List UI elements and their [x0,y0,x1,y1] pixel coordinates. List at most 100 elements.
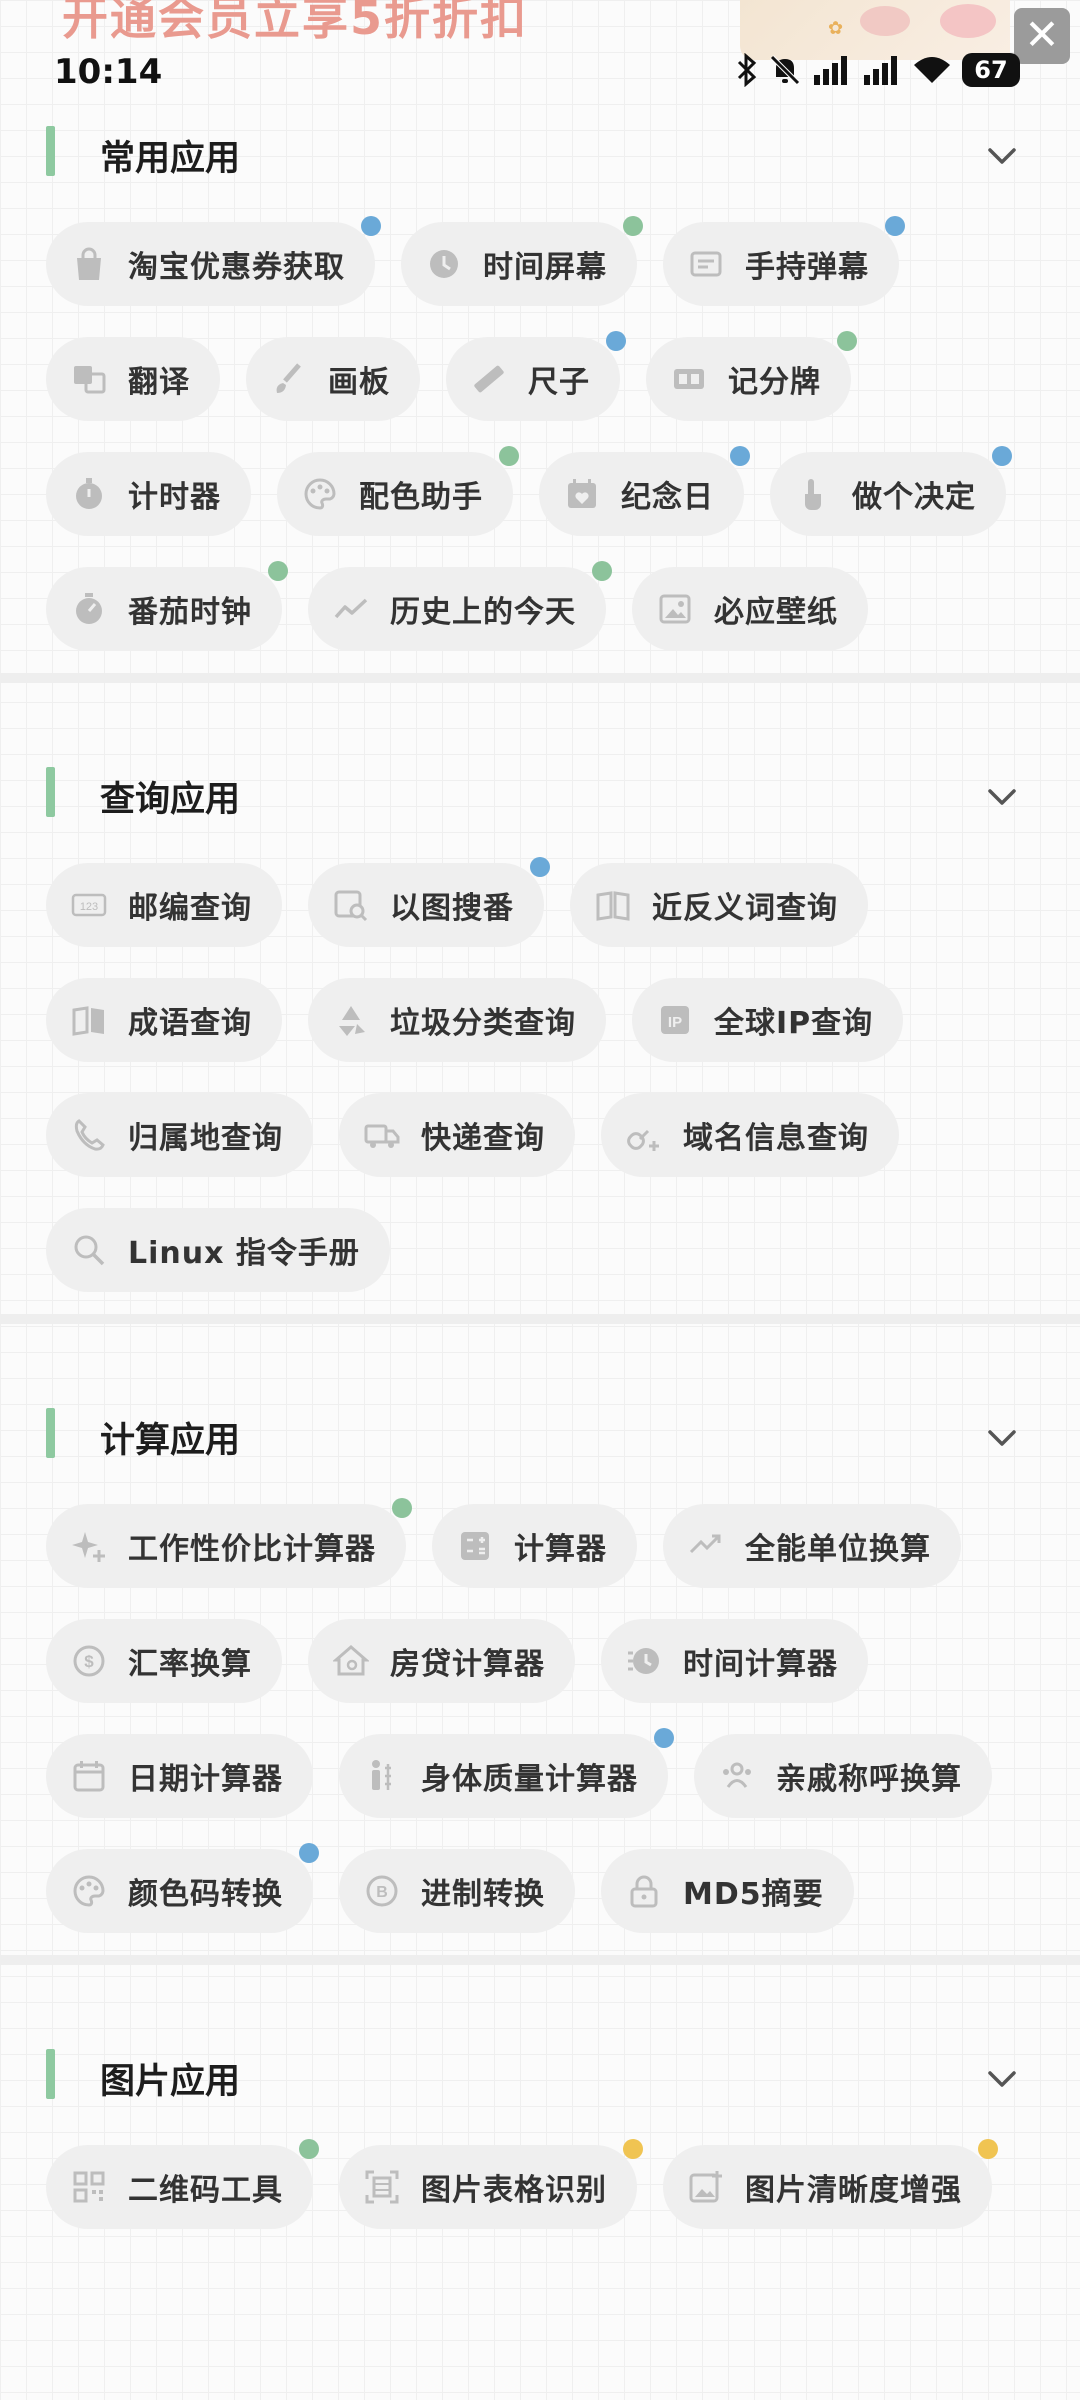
app-chip-label: 手持弹幕 [745,250,869,285]
app-chip-label: 做个决定 [852,480,976,515]
app-chip[interactable]: 计算器 [432,1504,637,1588]
app-chip-label: 纪念日 [621,480,714,515]
new-badge-dot [268,561,288,581]
app-chip-label: 计时器 [128,480,221,515]
app-chip[interactable]: 必应壁纸 [632,567,868,651]
app-chip[interactable]: 时间屏幕 [401,216,643,306]
app-chip[interactable]: 123 邮编查询 [46,863,282,947]
app-chip[interactable]: 尺子 [446,331,626,421]
app-chip[interactable]: 房贷计算器 [308,1619,575,1703]
app-chip[interactable]: 工作性价比计算器 [46,1498,412,1588]
section-common-apps: 常用应用 淘宝优惠券获取 时间屏幕 手持弹幕翻译 画板 尺子 记分牌计时器 配色助手 纪念日 做… [0,72,1080,713]
app-chip-label: Linux 指令手册 [128,1236,360,1271]
app-chip-label: 域名信息查询 [683,1121,869,1156]
app-chip[interactable]: 翻译 [46,337,220,421]
app-chip[interactable]: 图片清晰度增强 [663,2139,998,2229]
section-accent-bar [46,1408,55,1458]
app-chip[interactable]: 纪念日 [539,446,750,536]
section-title: 图片应用 [100,2062,241,2102]
app-chip[interactable]: 计时器 [46,452,251,536]
new-badge-dot [392,1498,412,1518]
binary-icon: B [361,1870,403,1912]
app-chip-label: 亲戚称呼换算 [776,1762,962,1797]
new-badge-dot [299,2139,319,2159]
app-chip[interactable]: 域名信息查询 [601,1093,899,1177]
app-chip-label: 计算器 [514,1532,607,1567]
app-chip[interactable]: 亲戚称呼换算 [694,1734,992,1818]
timer-icon [68,588,110,630]
app-chip[interactable]: 时间计算器 [601,1619,868,1703]
house-search-icon [330,1640,372,1682]
app-chip[interactable]: 归属地查询 [46,1093,313,1177]
app-chip-label: MD5摘要 [683,1877,824,1912]
app-chip[interactable]: 做个决定 [770,446,1012,536]
number-box-icon: 123 [68,884,110,926]
app-chip[interactable]: 二维码工具 [46,2139,319,2229]
app-chip-label: 全能单位换算 [745,1532,931,1567]
section-accent-bar [46,2049,55,2099]
app-chip[interactable]: 全能单位换算 [663,1504,961,1588]
app-chip-label: 历史上的今天 [390,595,576,630]
people-icon [716,1755,758,1797]
truck-icon [361,1114,403,1156]
chevron-down-icon[interactable] [982,1418,1022,1458]
chevron-down-icon[interactable] [982,2059,1022,2099]
new-badge-dot [606,331,626,351]
svg-text:B: B [376,1884,388,1901]
app-chip[interactable]: IP 全球IP查询 [632,978,904,1062]
app-chip-label: 以图搜番 [390,891,514,926]
clock-icon [423,243,465,285]
app-chip[interactable]: $ 汇率换算 [46,1619,282,1703]
app-chip[interactable]: 近反义词查询 [570,863,868,947]
app-chip[interactable]: 记分牌 [646,331,857,421]
section-query-apps: 查询应用 123 邮编查询 以图搜番 近反义词查询成语查询 垃圾分类查询 IP 全球IP查询… [0,713,1080,1354]
app-chip-label: 颜色码转换 [128,1877,283,1912]
app-chip-label: 归属地查询 [128,1121,283,1156]
app-chip[interactable]: 垃圾分类查询 [308,978,606,1062]
svg-text:123: 123 [80,901,98,913]
brush-icon [268,358,310,400]
app-chip[interactable]: Linux 指令手册 [46,1208,390,1292]
chevron-down-icon[interactable] [982,136,1022,176]
new-badge-dot [885,216,905,236]
app-chip[interactable]: B 进制转换 [339,1849,575,1933]
calculator-icon [454,1525,496,1567]
app-chip-label: 近反义词查询 [652,891,838,926]
new-badge-dot [730,446,750,466]
app-chip[interactable]: 番茄时钟 [46,561,288,651]
app-chip-label: 图片清晰度增强 [745,2173,962,2208]
section-header[interactable]: 图片应用 [0,1995,1080,2145]
new-badge-dot [837,331,857,351]
app-chip[interactable]: 手持弹幕 [663,216,905,306]
section-header[interactable]: 查询应用 [0,713,1080,863]
app-chip[interactable]: 以图搜番 [308,857,550,947]
section-header[interactable]: 计算应用 [0,1354,1080,1504]
app-chip[interactable]: 身体质量计算器 [339,1728,674,1818]
app-chip[interactable]: 成语查询 [46,978,282,1062]
app-chip[interactable]: 配色助手 [277,446,519,536]
section-calc-apps: 计算应用 工作性价比计算器 计算器 全能单位换算 $ 汇率换算 房贷计算器 时间计算器日期计… [0,1354,1080,1995]
new-badge-dot [499,446,519,466]
chevron-down-icon[interactable] [982,777,1022,817]
app-chip[interactable]: 快递查询 [339,1093,575,1177]
book-icon [592,884,634,926]
app-chip[interactable]: 淘宝优惠券获取 [46,216,381,306]
new-badge-dot [592,561,612,581]
calendar-heart-icon [561,473,603,515]
new-badge-dot [623,2139,643,2159]
app-chip[interactable]: 历史上的今天 [308,561,612,651]
app-chip[interactable]: 日期计算器 [46,1734,313,1818]
app-chip-label: 番茄时钟 [128,595,252,630]
app-chip[interactable]: 画板 [246,337,420,421]
qrcode-icon [68,2166,110,2208]
app-chip[interactable]: 图片表格识别 [339,2139,643,2229]
section-title: 常用应用 [100,139,241,179]
app-chip[interactable]: MD5摘要 [601,1849,854,1933]
section-header[interactable]: 常用应用 [0,72,1080,222]
translate-icon [68,358,110,400]
swap-icon [685,1525,727,1567]
chip-list: 淘宝优惠券获取 时间屏幕 手持弹幕翻译 画板 尺子 记分牌计时器 配色助手 纪念日 做个决定番茄… [0,216,1080,651]
open-book-icon [68,999,110,1041]
app-chip-label: 进制转换 [421,1877,545,1912]
app-chip[interactable]: 颜色码转换 [46,1843,319,1933]
